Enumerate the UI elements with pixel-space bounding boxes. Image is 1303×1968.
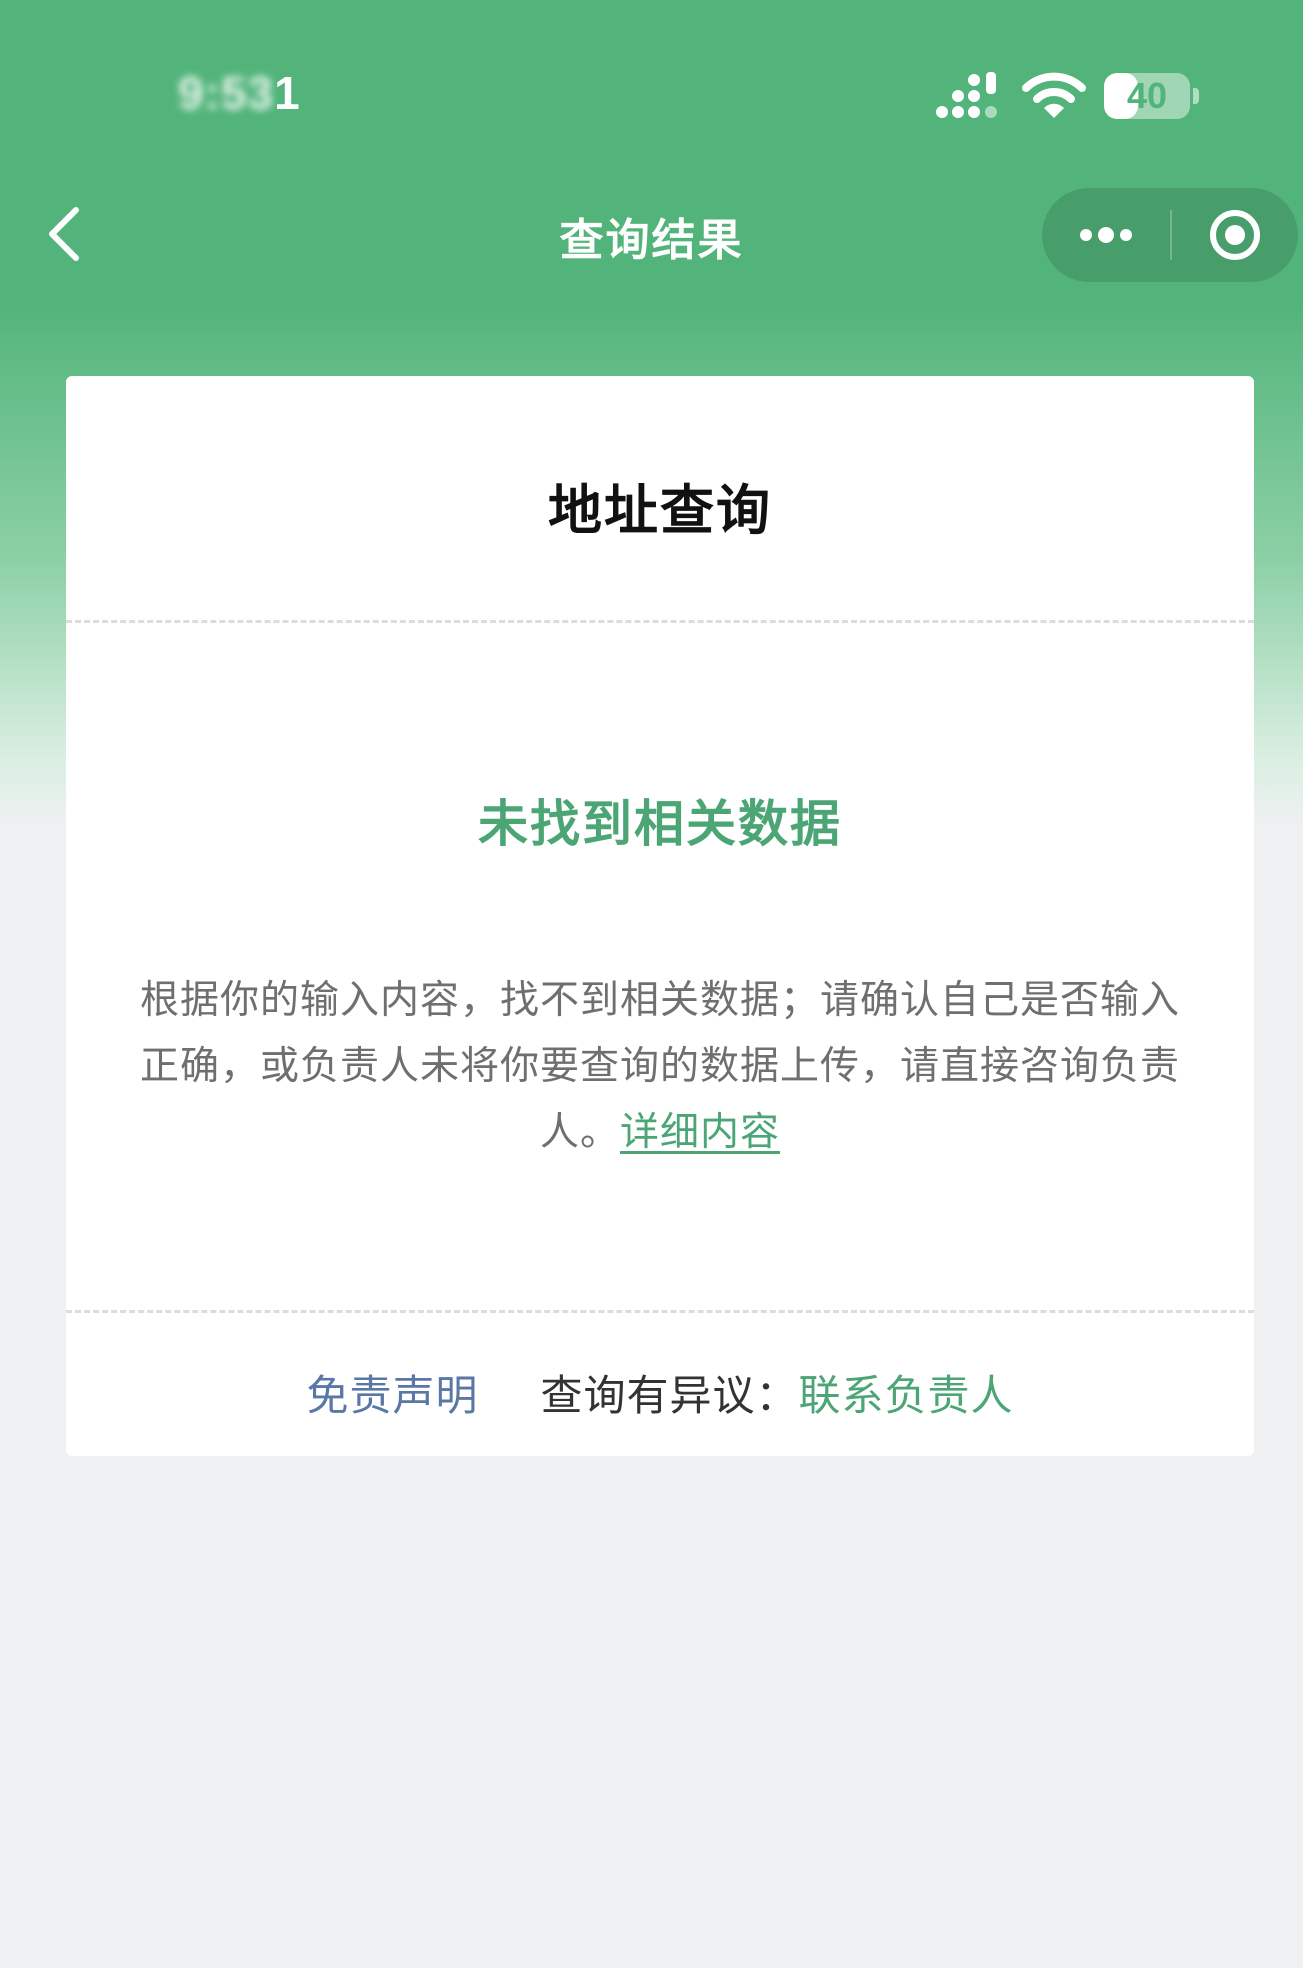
target-close-icon [1210,210,1260,260]
status-time-blurred: 9:53 [178,67,275,119]
disclaimer-link[interactable]: 免责声明 [306,1362,478,1423]
contact-owner-link[interactable]: 联系负责人 [799,1362,1014,1423]
more-button[interactable] [1042,188,1170,282]
result-message: 根据你的输入内容，找不到相关数据；请确认自己是否输入正确，或负责人未将你要查询的… [134,968,1186,1166]
close-miniprogram-button[interactable] [1172,188,1298,282]
status-bar: 9:531 40 [0,0,1303,190]
battery-icon: 40 [1104,73,1200,119]
battery-body: 40 [1104,73,1190,119]
divider [66,1310,1254,1313]
more-dots-icon [1080,227,1132,243]
result-heading: 未找到相关数据 [478,795,842,853]
divider [66,620,1254,623]
objection-label: 查询有异议： [540,1370,799,1420]
status-time-visible: 1 [274,67,301,119]
signal-icon [936,72,997,118]
battery-tip [1193,88,1199,104]
miniprogram-capsule [1042,188,1298,282]
detail-link[interactable]: 详细内容 [620,1110,780,1155]
card-title: 地址查询 [548,479,772,542]
battery-level: 40 [1126,75,1168,116]
wifi-icon [1022,72,1086,118]
result-card: 地址查询 未找到相关数据 根据你的输入内容，找不到相关数据；请确认自己是否输入正… [66,376,1254,1456]
status-time: 9:531 [178,66,301,120]
card-footer: 免责声明 查询有异议： 联系负责人 [66,1354,1254,1430]
